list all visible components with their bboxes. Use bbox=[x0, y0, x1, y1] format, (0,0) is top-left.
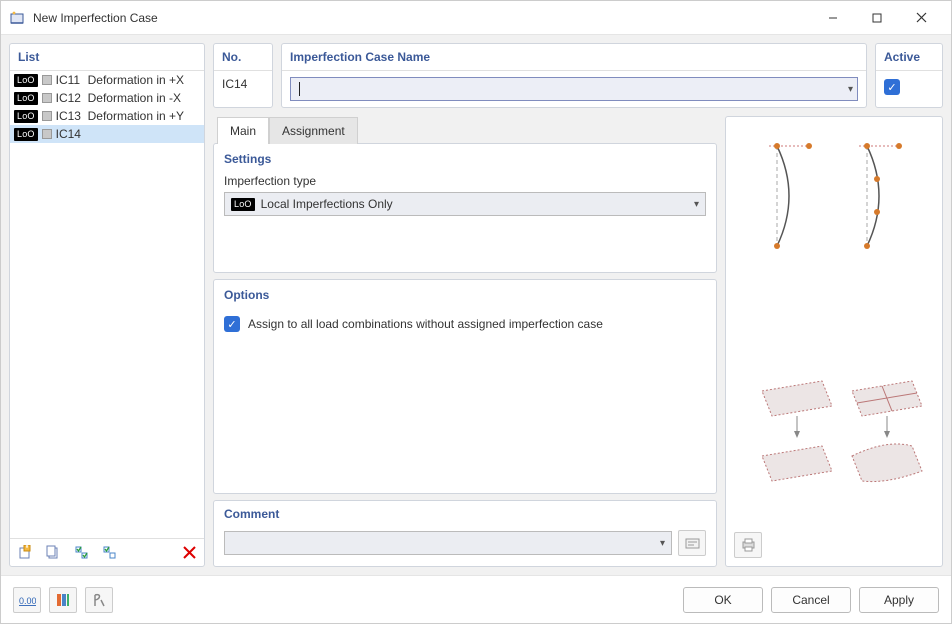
top-row: No. IC14 Imperfection Case Name ▾ Active bbox=[213, 43, 943, 108]
tabs: Main Assignment bbox=[217, 116, 717, 143]
uncheck-all-icon[interactable] bbox=[98, 542, 120, 564]
assign-all-label: Assign to all load combinations without … bbox=[248, 317, 603, 331]
tab-assignment[interactable]: Assignment bbox=[269, 117, 358, 144]
color-swatch bbox=[42, 93, 52, 103]
content: List LoO IC11 Deformation in +X LoO IC12 Defo… bbox=[1, 35, 951, 575]
minimize-button[interactable] bbox=[811, 5, 855, 31]
chevron-down-icon: ▾ bbox=[660, 538, 665, 549]
close-button[interactable] bbox=[899, 5, 943, 31]
list-toolbar bbox=[10, 538, 204, 566]
main-area: No. IC14 Imperfection Case Name ▾ Active bbox=[213, 43, 943, 567]
maximize-button[interactable] bbox=[855, 5, 899, 31]
no-panel: No. IC14 bbox=[213, 43, 273, 108]
list-panel: List LoO IC11 Deformation in +X LoO IC12 Defo… bbox=[9, 43, 205, 567]
comment-edit-icon[interactable] bbox=[678, 530, 706, 556]
list-item-id: IC11 bbox=[56, 73, 84, 87]
ok-button[interactable]: OK bbox=[683, 587, 763, 613]
list-item-name: Deformation in +X bbox=[88, 73, 184, 87]
name-text-input[interactable] bbox=[300, 81, 848, 97]
list-item-name: Deformation in +Y bbox=[88, 109, 184, 123]
preview-panel bbox=[725, 116, 943, 567]
comment-input[interactable]: ▾ bbox=[224, 531, 672, 555]
new-icon[interactable] bbox=[14, 542, 36, 564]
mid-row: Main Assignment Settings Imperfection ty… bbox=[213, 116, 943, 567]
color-swatch bbox=[42, 111, 52, 121]
no-value: IC14 bbox=[214, 71, 272, 97]
imperfection-type-dropdown[interactable]: LoO Local Imperfections Only ▾ bbox=[224, 192, 706, 216]
comment-header: Comment bbox=[224, 507, 706, 524]
app-icon bbox=[9, 10, 25, 26]
active-title: Active bbox=[876, 44, 942, 71]
list-item-id: IC13 bbox=[56, 109, 84, 123]
titlebar: New Imperfection Case bbox=[1, 1, 951, 35]
bottom-left-tools: 0.00 bbox=[13, 587, 113, 613]
form-panel: Main Assignment Settings Imperfection ty… bbox=[213, 116, 717, 567]
copy-icon[interactable] bbox=[42, 542, 64, 564]
tab-main[interactable]: Main bbox=[217, 117, 269, 144]
help-icon[interactable] bbox=[85, 587, 113, 613]
name-input[interactable]: ▾ bbox=[290, 77, 858, 101]
comment-panel: Comment ▾ bbox=[213, 500, 717, 567]
active-checkbox[interactable]: ✓ bbox=[884, 79, 900, 95]
list-item[interactable]: LoO IC12 Deformation in -X bbox=[10, 89, 204, 107]
cancel-button[interactable]: Cancel bbox=[771, 587, 851, 613]
list-item-id: IC12 bbox=[56, 91, 84, 105]
assign-all-checkbox[interactable]: ✓ bbox=[224, 316, 240, 332]
no-title: No. bbox=[214, 44, 272, 71]
bottom-bar: 0.00 OK Cancel Apply bbox=[1, 575, 951, 623]
window-controls bbox=[811, 5, 943, 31]
list-title: List bbox=[10, 44, 204, 71]
chevron-down-icon: ▾ bbox=[694, 199, 699, 210]
type-badge: LoO bbox=[231, 198, 255, 211]
name-panel: Imperfection Case Name ▾ bbox=[281, 43, 867, 108]
active-panel: Active ✓ bbox=[875, 43, 943, 108]
preview-image bbox=[734, 125, 934, 526]
imperfection-type-label: Imperfection type bbox=[224, 174, 706, 188]
bottom-right-buttons: OK Cancel Apply bbox=[683, 587, 939, 613]
list-item[interactable]: LoO IC13 Deformation in +Y bbox=[10, 107, 204, 125]
list-badge: LoO bbox=[14, 110, 38, 123]
options-header: Options bbox=[214, 280, 716, 306]
list-badge: LoO bbox=[14, 92, 38, 105]
units-icon[interactable]: 0.00 bbox=[13, 587, 41, 613]
apply-button[interactable]: Apply bbox=[859, 587, 939, 613]
svg-text:0.00: 0.00 bbox=[19, 596, 36, 606]
preview-print-icon[interactable] bbox=[734, 532, 762, 558]
list-item[interactable]: LoO IC14 bbox=[10, 125, 204, 143]
window-title: New Imperfection Case bbox=[33, 11, 158, 25]
list-body: LoO IC11 Deformation in +X LoO IC12 Deformati… bbox=[10, 71, 204, 538]
delete-icon[interactable] bbox=[178, 542, 200, 564]
list-badge: LoO bbox=[14, 128, 38, 141]
settings-header: Settings bbox=[214, 144, 716, 170]
color-swatch bbox=[42, 129, 52, 139]
list-badge: LoO bbox=[14, 74, 38, 87]
type-value: Local Imperfections Only bbox=[261, 197, 393, 211]
list-item-name: Deformation in -X bbox=[88, 91, 181, 105]
name-title: Imperfection Case Name bbox=[282, 44, 866, 71]
dialog-window: New Imperfection Case List LoO IC11 Deform… bbox=[0, 0, 952, 624]
list-item-id: IC14 bbox=[56, 127, 84, 141]
settings-section: Settings Imperfection type LoO Local Imp… bbox=[213, 143, 717, 273]
settings-icon[interactable] bbox=[49, 587, 77, 613]
list-item[interactable]: LoO IC11 Deformation in +X bbox=[10, 71, 204, 89]
preview-toolbar bbox=[734, 532, 934, 558]
color-swatch bbox=[42, 75, 52, 85]
chevron-down-icon[interactable]: ▾ bbox=[848, 84, 853, 95]
check-all-icon[interactable] bbox=[70, 542, 92, 564]
options-section: Options ✓ Assign to all load combination… bbox=[213, 279, 717, 494]
